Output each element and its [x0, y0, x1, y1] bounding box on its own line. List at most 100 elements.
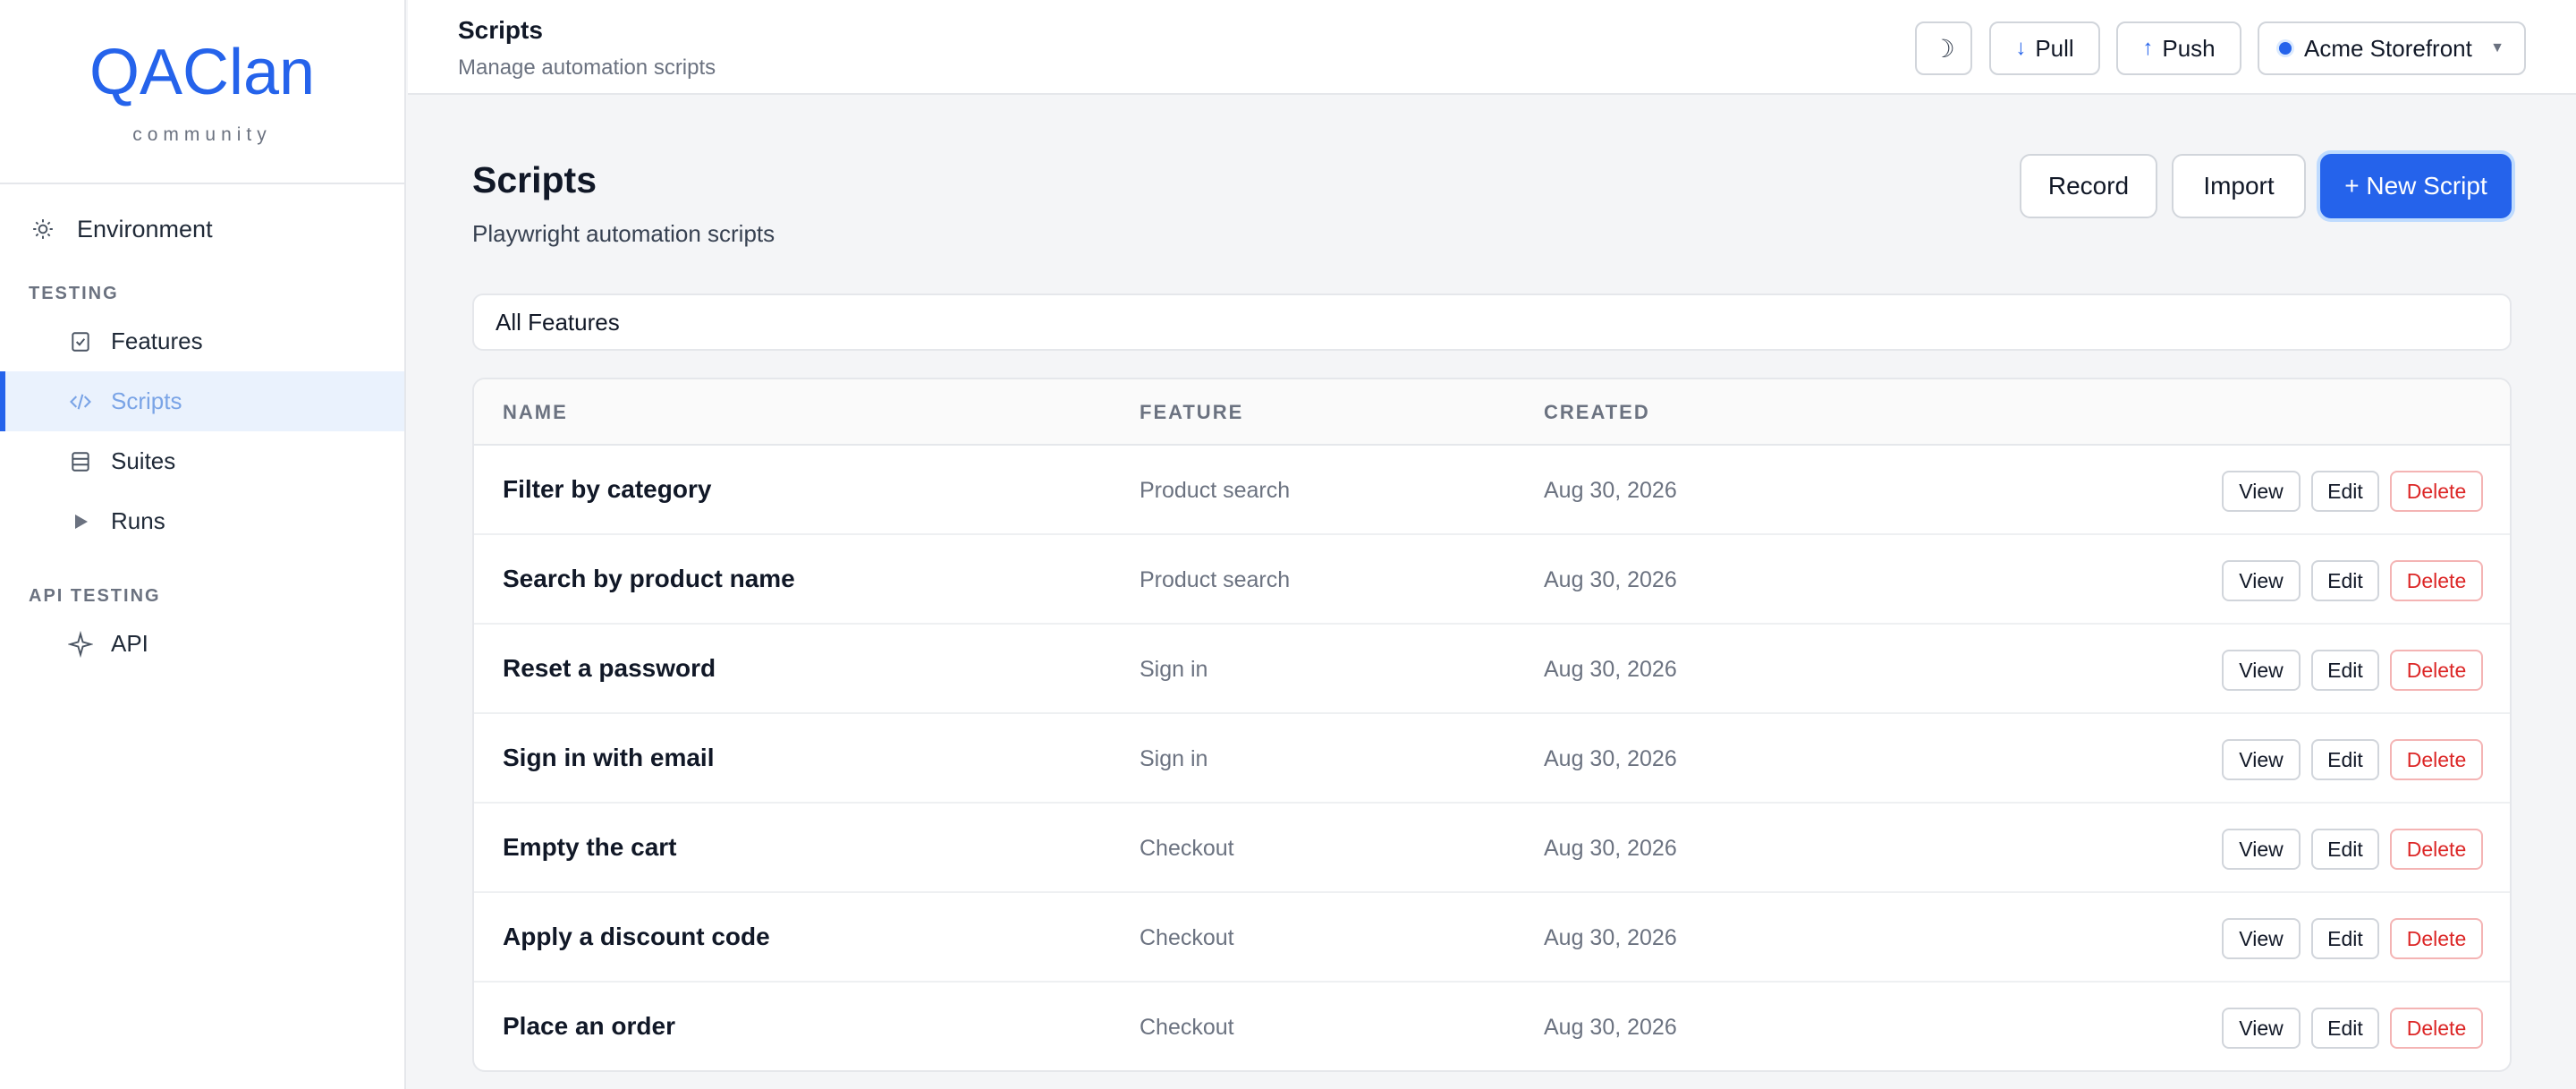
table-row: Empty the cart Checkout Aug 30, 2026 Vie… — [474, 804, 2510, 893]
arrow-up-icon: ↑ — [2142, 36, 2154, 60]
pull-button[interactable]: ↓ Pull — [1989, 21, 2100, 75]
sidebar-item-label: Scripts — [111, 387, 182, 414]
column-header-feature: FEATURE — [1140, 401, 1244, 423]
sidebar-item-runs[interactable]: Runs — [0, 491, 404, 551]
section-label-api-testing: API TESTING — [29, 585, 161, 606]
feature-filter-value: All Features — [496, 308, 620, 336]
caret-down-icon: ▼ — [2490, 40, 2504, 55]
sidebar-item-label: API — [111, 630, 148, 657]
delete-button[interactable]: Delete — [2390, 1008, 2483, 1049]
table-row: Reset a password Sign in Aug 30, 2026 Vi… — [474, 625, 2510, 714]
sidebar: Q AClan community Environment TESTING Fea… — [0, 0, 406, 1089]
delete-button[interactable]: Delete — [2390, 650, 2483, 691]
arrow-down-icon: ↓ — [2015, 36, 2027, 60]
sidebar-item-scripts[interactable]: Scripts — [0, 371, 404, 431]
script-created: Aug 30, 2026 — [1544, 1015, 1677, 1040]
edit-button[interactable]: Edit — [2311, 560, 2379, 601]
play-icon — [68, 509, 93, 534]
delete-button[interactable]: Delete — [2390, 739, 2483, 780]
push-button[interactable]: ↑ Push — [2116, 21, 2241, 75]
edit-button[interactable]: Edit — [2311, 918, 2379, 959]
topbar-title: Scripts — [458, 16, 543, 44]
edit-button[interactable]: Edit — [2311, 471, 2379, 512]
script-name: Search by product name — [503, 565, 795, 592]
table-row: Apply a discount code Checkout Aug 30, 2… — [474, 893, 2510, 983]
script-feature: Checkout — [1140, 925, 1234, 950]
script-created: Aug 30, 2026 — [1544, 746, 1677, 771]
table-row: Sign in with email Sign in Aug 30, 2026 … — [474, 714, 2510, 804]
script-created: Aug 30, 2026 — [1544, 836, 1677, 861]
script-created: Aug 30, 2026 — [1544, 478, 1677, 503]
script-feature: Checkout — [1140, 836, 1234, 861]
section-label-testing: TESTING — [29, 283, 119, 303]
script-feature: Sign in — [1140, 657, 1208, 682]
table-row: Filter by category Product search Aug 30… — [474, 446, 2510, 535]
delete-button[interactable]: Delete — [2390, 918, 2483, 959]
push-label: Push — [2162, 34, 2216, 62]
script-feature: Sign in — [1140, 746, 1208, 771]
delete-button[interactable]: Delete — [2390, 829, 2483, 870]
table-row: Search by product name Product search Au… — [474, 535, 2510, 625]
script-created: Aug 30, 2026 — [1544, 657, 1677, 682]
view-button[interactable]: View — [2222, 650, 2301, 691]
sidebar-item-suites[interactable]: Suites — [0, 431, 404, 491]
script-name: Filter by category — [503, 475, 712, 503]
script-created: Aug 30, 2026 — [1544, 925, 1677, 950]
table-row: Place an order Checkout Aug 30, 2026 Vie… — [474, 983, 2510, 1070]
logo-subtitle: community — [132, 124, 272, 145]
topbar: Scripts Manage automation scripts ☽ ↓ Pu… — [408, 0, 2576, 95]
code-icon — [68, 389, 93, 414]
topbar-subtitle: Manage automation scripts — [458, 55, 716, 80]
delete-button[interactable]: Delete — [2390, 560, 2483, 601]
column-header-created: CREATED — [1544, 401, 1650, 423]
edit-button[interactable]: Edit — [2311, 650, 2379, 691]
script-name: Reset a password — [503, 654, 716, 682]
edit-button[interactable]: Edit — [2311, 829, 2379, 870]
sidebar-item-api[interactable]: API — [0, 614, 404, 674]
moon-icon: ☽ — [1932, 34, 1955, 63]
project-selector[interactable]: Acme Storefront ▼ — [2258, 21, 2526, 75]
sidebar-item-label: Environment — [77, 215, 213, 242]
project-name: Acme Storefront — [2304, 34, 2472, 62]
sidebar-item-environment[interactable]: Environment — [0, 193, 404, 265]
import-button[interactable]: Import — [2172, 154, 2306, 218]
script-name: Empty the cart — [503, 833, 677, 861]
sidebar-item-label: Features — [111, 328, 203, 354]
theme-toggle-button[interactable]: ☽ — [1915, 21, 1972, 75]
page-subtitle: Playwright automation scripts — [472, 220, 775, 247]
logo-text: AClan — [139, 37, 316, 108]
view-button[interactable]: View — [2222, 1008, 2301, 1049]
status-dot-icon — [2279, 42, 2292, 55]
view-button[interactable]: View — [2222, 918, 2301, 959]
sparkle-icon — [68, 630, 93, 658]
new-script-button[interactable]: + New Script — [2320, 154, 2512, 218]
script-feature: Product search — [1140, 478, 1291, 503]
script-feature: Product search — [1140, 567, 1291, 592]
scripts-table: NAME FEATURE CREATED Filter by category … — [472, 378, 2512, 1072]
view-button[interactable]: View — [2222, 560, 2301, 601]
logo[interactable]: Q AClan — [89, 37, 315, 108]
view-button[interactable]: View — [2222, 829, 2301, 870]
page-title: Scripts — [472, 159, 597, 200]
delete-button[interactable]: Delete — [2390, 471, 2483, 512]
column-header-name: NAME — [503, 401, 568, 423]
logo-q: Q — [89, 37, 140, 108]
edit-button[interactable]: Edit — [2311, 1008, 2379, 1049]
table-header: NAME FEATURE CREATED — [474, 379, 2510, 446]
sun-icon — [30, 217, 55, 242]
sidebar-item-label: Suites — [111, 447, 176, 474]
view-button[interactable]: View — [2222, 471, 2301, 512]
feature-filter-select[interactable]: All Features — [472, 294, 2512, 351]
record-button[interactable]: Record — [2020, 154, 2157, 218]
script-name: Place an order — [503, 1012, 675, 1040]
edit-button[interactable]: Edit — [2311, 739, 2379, 780]
sidebar-item-features[interactable]: Features — [0, 311, 404, 371]
sidebar-item-label: Runs — [111, 507, 165, 534]
pull-label: Pull — [2035, 34, 2074, 62]
stack-icon — [68, 449, 93, 474]
script-name: Apply a discount code — [503, 923, 770, 950]
logo-area: Q AClan community — [0, 0, 404, 184]
view-button[interactable]: View — [2222, 739, 2301, 780]
script-feature: Checkout — [1140, 1015, 1234, 1040]
script-name: Sign in with email — [503, 744, 715, 771]
